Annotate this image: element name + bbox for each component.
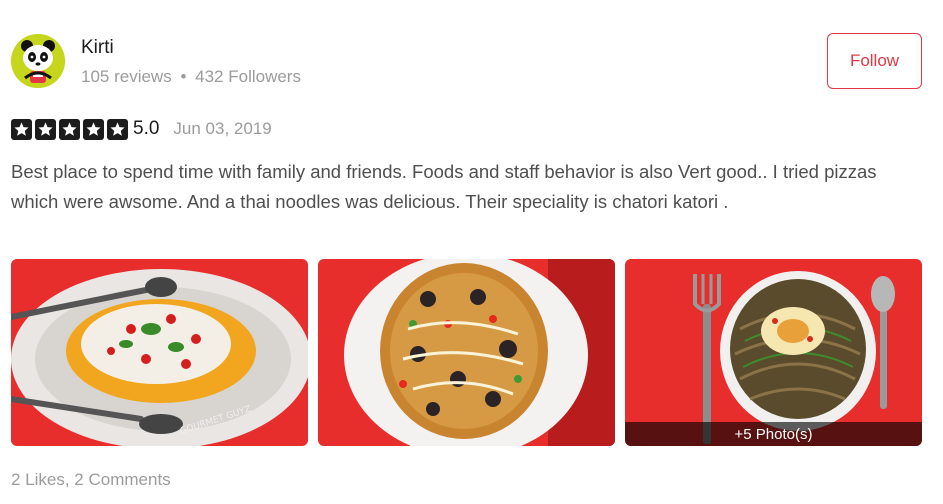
review-photo[interactable]: GOURMET GUYZ (11, 259, 308, 446)
follow-button[interactable]: Follow (827, 33, 922, 89)
review-photo[interactable]: +5 Photo(s) (625, 259, 922, 446)
review-photo[interactable] (318, 259, 615, 446)
rating-row: 5.0 Jun 03, 2019 (11, 117, 272, 141)
follower-count: 432 Followers (195, 67, 301, 86)
star-icon (35, 118, 56, 140)
user-stats: 105 reviews • 432 Followers (81, 67, 301, 87)
star-icon (11, 118, 32, 140)
review-text: Best place to spend time with family and… (11, 161, 877, 212)
user-name[interactable]: Kirti (81, 37, 114, 59)
rating-value: 5.0 (133, 118, 160, 139)
star-icon (59, 118, 80, 140)
review-date: Jun 03, 2019 (173, 119, 272, 138)
star-icon (107, 118, 128, 140)
more-photos-label[interactable]: +5 Photo(s) (625, 422, 922, 446)
stats-separator: • (180, 67, 187, 86)
user-avatar[interactable] (11, 34, 65, 88)
star-icon (83, 118, 104, 140)
review-count: 105 reviews (81, 67, 172, 86)
review-engagement[interactable]: 2 Likes, 2 Comments (11, 470, 171, 490)
panda-icon (11, 34, 65, 88)
review-header: Kirti 105 reviews • 432 Followers Follow (11, 33, 922, 92)
